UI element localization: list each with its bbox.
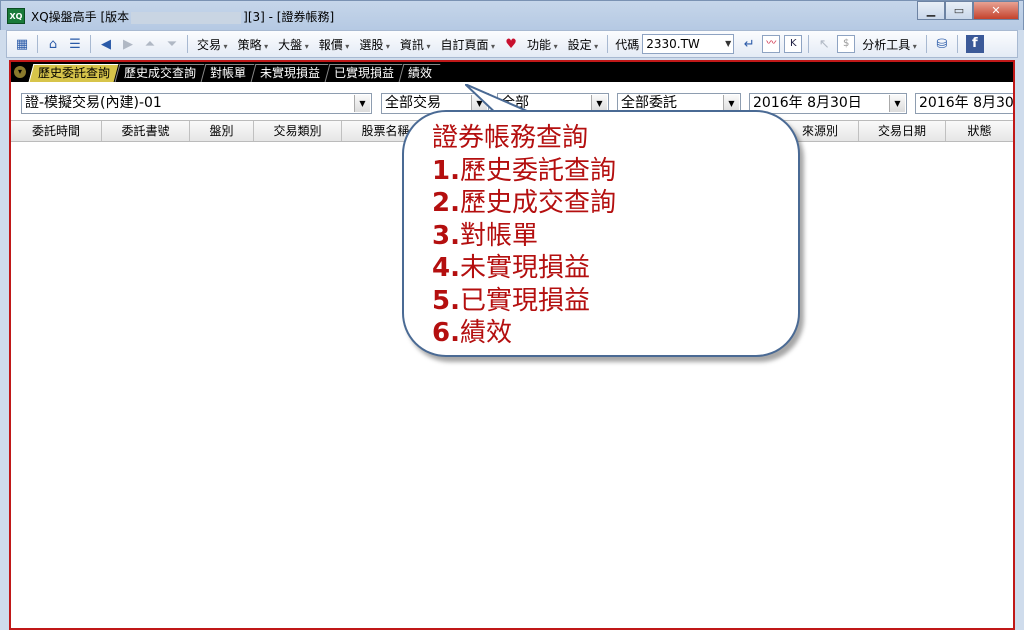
menu-custom-page[interactable]: 自訂頁面 [440, 36, 495, 53]
toolbar-separator [808, 35, 810, 53]
tab-label: 歷史成交查詢 [124, 66, 197, 80]
callout-box: 證券帳務查詢 1.歷史委託查詢 2.歷史成交查詢 3.對帳單 4.未實現損益 5… [402, 110, 800, 357]
toolbar-separator [187, 35, 188, 53]
callout-item: 3.對帳單 [432, 220, 538, 251]
menu-market[interactable]: 大盤 [278, 36, 309, 53]
callout-item: 6.績效 [432, 318, 512, 348]
trade-type-value: 全部交易 [385, 95, 441, 111]
toolbar-separator [925, 35, 927, 53]
tab-statement[interactable]: 對帳單 [200, 64, 255, 82]
col-trade-date[interactable]: 交易日期 [859, 121, 946, 141]
tab-bar: ▾ 歷史委託查詢 歷史成交查詢 對帳單 未實現損益 已實現損益 績效 [11, 62, 1013, 82]
tab-label: 未實現損益 [260, 66, 321, 80]
col-trade-category[interactable]: 交易類別 [254, 121, 342, 141]
account-select[interactable]: 證-模擬交易(內建)-01 ▼ [21, 93, 372, 114]
home-icon[interactable]: ⌂ [44, 35, 62, 53]
title-bar: XQ XQ操盤高手 [版本 ][3] - [證券帳務] ▁ ▭ ✕ [0, 0, 1024, 30]
back-arrow-icon[interactable]: ◀ [97, 35, 115, 53]
account-icon[interactable]: ⛁ [933, 35, 951, 53]
forward-arrow-icon[interactable]: ▶ [119, 35, 137, 53]
tab-list: 歷史委託查詢 歷史成交查詢 對帳單 未實現損益 已實現損益 績效 [28, 64, 441, 82]
toolbar-separator [90, 35, 91, 53]
maximize-button[interactable]: ▭ [945, 1, 973, 20]
chart-line-icon[interactable]: 〰 [762, 35, 781, 53]
col-order-number[interactable]: 委託書號 [102, 121, 190, 141]
enter-icon[interactable]: ↵ [740, 35, 758, 53]
dollar-icon[interactable]: $ [837, 35, 856, 53]
date-from-picker[interactable]: 2016年 8月30日 ▼ [749, 93, 907, 114]
tab-history-trades[interactable]: 歷史成交查詢 [114, 64, 205, 82]
list-icon[interactable]: ☰ [66, 35, 84, 53]
chevron-down-icon[interactable]: ▼ [889, 95, 905, 112]
window-controls: ▁ ▭ ✕ [917, 1, 1019, 21]
tab-label: 對帳單 [210, 66, 247, 80]
app-logo-icon: XQ [7, 8, 25, 24]
window-title: XQ操盤高手 [版本 ][3] - [證券帳務] [31, 8, 334, 25]
callout-item: 1.歷史委託查詢 [432, 155, 616, 186]
minimize-button[interactable]: ▁ [917, 1, 945, 20]
tab-history-orders[interactable]: 歷史委託查詢 [28, 64, 119, 82]
double-down-icon[interactable]: ⏷ [163, 35, 181, 53]
order-type-value: 全部委託 [621, 95, 677, 111]
menu-info[interactable]: 資訊 [400, 36, 431, 53]
favorite-heart-icon[interactable]: ♥ [502, 35, 520, 53]
code-label: 代碼 [615, 37, 640, 52]
callout-item: 2.歷史成交查詢 [432, 188, 616, 218]
redacted-version [131, 11, 242, 24]
menu-strategy[interactable]: 策略 [238, 36, 269, 53]
window-title-prefix: XQ操盤高手 [版本 [31, 10, 130, 24]
date-to-picker[interactable]: 2016年 8月30 [915, 93, 1013, 114]
stock-code-value: 2330.TW [646, 37, 700, 51]
menu-trade[interactable]: 交易 [197, 36, 228, 53]
callout-item: 4.未實現損益 [432, 253, 590, 283]
menu-settings[interactable]: 設定 [568, 36, 599, 53]
k-chart-button[interactable]: K [784, 35, 803, 53]
col-order-time[interactable]: 委託時間 [11, 121, 102, 141]
col-status[interactable]: 狀態 [946, 121, 1013, 141]
tab-label: 歷史委託查詢 [38, 66, 111, 80]
close-button[interactable]: ✕ [973, 1, 1019, 20]
menu-stock-screener[interactable]: 選股 [359, 36, 390, 53]
main-toolbar: ▦ ⌂ ☰ ◀ ▶ ⏶ ⏷ 交易 策略 大盤 報價 選股 資訊 自訂頁面 ♥ 功… [6, 30, 1018, 58]
callout-title: 證券帳務查詢 [432, 123, 589, 153]
tab-unrealized-pnl[interactable]: 未實現損益 [250, 64, 329, 82]
facebook-icon[interactable]: f [965, 35, 984, 53]
double-up-icon[interactable]: ⏶ [141, 35, 159, 53]
menu-analysis-tools[interactable]: 分析工具 [862, 36, 917, 53]
expand-toggle-icon[interactable]: ▾ [14, 66, 26, 78]
callout-item: 5.已實現損益 [432, 285, 590, 316]
cursor-icon[interactable]: ↖ [815, 35, 833, 53]
toolbar-separator [607, 35, 609, 53]
chevron-down-icon[interactable]: ▼ [354, 95, 370, 112]
menu-quote[interactable]: 報價 [319, 36, 350, 53]
chevron-down-icon[interactable]: ▼ [725, 35, 731, 53]
tab-performance[interactable]: 績效 [398, 64, 441, 82]
account-value: 證-模擬交易(內建)-01 [25, 95, 162, 111]
grid-icon[interactable]: ▦ [13, 35, 31, 53]
toolbar-separator [956, 35, 958, 53]
window-title-suffix: ][3] - [證券帳務] [243, 10, 335, 24]
date-to-value: 2016年 8月30 [919, 95, 1013, 111]
col-session[interactable]: 盤別 [190, 121, 254, 141]
tab-label: 績效 [408, 66, 433, 80]
stock-code-input[interactable]: 2330.TW ▼ [642, 34, 735, 54]
menu-functions[interactable]: 功能 [527, 36, 558, 53]
toolbar-separator [37, 35, 38, 53]
date-from-value: 2016年 8月30日 [753, 95, 862, 111]
tab-label: 已實現損益 [334, 66, 395, 80]
tab-realized-pnl[interactable]: 已實現損益 [324, 64, 403, 82]
